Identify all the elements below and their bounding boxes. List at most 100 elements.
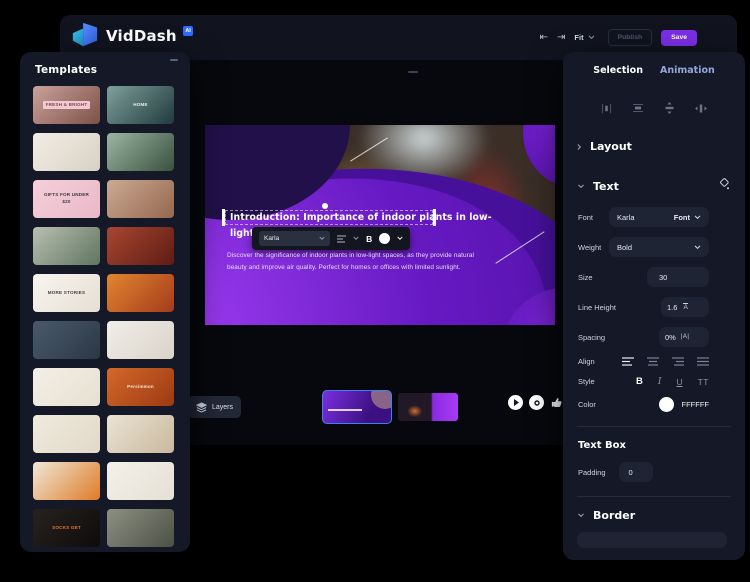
align-left-icon[interactable]: [622, 357, 634, 366]
template-thumbnail-home-interior[interactable]: HOME: [107, 86, 174, 124]
font-family-value: Karla: [264, 235, 279, 242]
align-horizontal-center-icon[interactable]: [601, 102, 612, 114]
tab-animation[interactable]: Animation: [660, 65, 715, 76]
align-center-icon[interactable]: [647, 357, 659, 366]
bold-style-button[interactable]: B: [636, 376, 643, 387]
template-thumbnail-photo-collage[interactable]: [33, 227, 100, 265]
align-row: Align: [563, 357, 745, 366]
selection-handle-left[interactable]: [222, 209, 225, 226]
size-input[interactable]: 30: [647, 267, 709, 287]
text-color-swatch[interactable]: [379, 233, 390, 244]
scrollbar-thumb[interactable]: [170, 59, 178, 61]
color-label: Color: [578, 400, 596, 409]
template-thumbnail-white-promo-card[interactable]: [33, 133, 100, 171]
line-height-row: Line Height 1.6 A: [563, 297, 745, 317]
alignment-tools: [563, 102, 745, 114]
template-thumbnail-natural-routine[interactable]: [107, 180, 174, 218]
font-family-select[interactable]: Karla: [259, 231, 330, 246]
slide-body-text[interactable]: Discover the significance of indoor plan…: [227, 250, 487, 275]
font-select[interactable]: Karla Font: [609, 207, 709, 227]
slide-thumbnail[interactable]: [398, 393, 458, 421]
chevron-down-icon: [694, 215, 701, 220]
zoom-fit-dropdown[interactable]: Fit: [574, 33, 594, 42]
chevron-down-icon: [588, 35, 595, 40]
distribute-vertical-icon[interactable]: [664, 102, 675, 114]
logo[interactable]: VidDash AI: [70, 21, 193, 54]
line-height-label: Line Height: [578, 303, 616, 312]
line-height-icon: A: [683, 303, 687, 312]
template-thumbnail-label: HOME: [130, 101, 151, 110]
thumbs-up-icon[interactable]: [550, 396, 563, 409]
tab-selection[interactable]: Selection: [593, 65, 643, 76]
templates-title: Templates: [35, 64, 97, 76]
align-right-icon[interactable]: [672, 357, 684, 366]
line-height-input[interactable]: 1.6 A: [661, 297, 709, 317]
slide-title-line1[interactable]: Introduction: Importance of indoor plant…: [225, 210, 433, 225]
distribute-horizontal-icon[interactable]: [695, 102, 707, 114]
color-swatch[interactable]: [659, 397, 674, 412]
resize-handle[interactable]: [408, 71, 418, 73]
redo-icon[interactable]: ⇥: [557, 32, 565, 43]
template-thumbnail-orange-three[interactable]: [33, 462, 100, 500]
border-section-header[interactable]: Border: [563, 509, 745, 522]
text-align-icon[interactable]: [337, 235, 346, 243]
video-preview[interactable]: Introduction: Importance of indoor plant…: [205, 125, 555, 325]
template-thumbnail-persimmon[interactable]: Persimmon: [107, 368, 174, 406]
template-thumbnail-chef-card[interactable]: [107, 321, 174, 359]
viddash-logo-icon: [70, 21, 100, 54]
template-thumbnail-red-lips-portrait[interactable]: [107, 227, 174, 265]
template-thumbnail-more-stories[interactable]: MORE STORIES: [33, 274, 100, 312]
preview-button[interactable]: [529, 395, 544, 410]
template-thumbnail-citrus-fruits[interactable]: [107, 274, 174, 312]
chevron-down-icon[interactable]: [397, 236, 403, 241]
save-button[interactable]: Save: [661, 30, 697, 46]
rotation-handle[interactable]: [322, 203, 328, 209]
style-row: Style B I U TT: [563, 376, 745, 387]
padding-input[interactable]: 0: [619, 462, 653, 482]
text-section-header[interactable]: Text: [563, 177, 745, 195]
template-thumbnail-script-card[interactable]: [33, 368, 100, 406]
align-justify-icon[interactable]: [697, 357, 709, 366]
weight-label: Weight: [578, 243, 601, 252]
italic-style-button[interactable]: I: [658, 377, 662, 387]
template-thumbnail-recipe-list[interactable]: [33, 415, 100, 453]
border-input-clipped[interactable]: [577, 532, 727, 548]
font-button-label: Font: [674, 213, 690, 222]
template-thumbnail-quote-slate[interactable]: [33, 321, 100, 359]
chevron-down-icon[interactable]: [353, 236, 359, 241]
weight-select[interactable]: Bold: [609, 237, 709, 257]
spacing-input[interactable]: 0% |A|: [659, 327, 709, 347]
templates-grid: FRESH & BRIGHT HOME GIFTS FOR UNDER $20 MOR…: [20, 84, 190, 547]
slide-thumbnail-selected[interactable]: [322, 390, 392, 424]
body-line2: beauty and improve air quality. Perfect …: [227, 262, 487, 274]
uppercase-style-button[interactable]: TT: [698, 377, 709, 387]
layout-section-header[interactable]: Layout: [563, 140, 745, 153]
align-vertical-center-icon[interactable]: [632, 102, 644, 114]
chevron-down-icon: [577, 184, 585, 189]
template-thumbnail-soup-bowl[interactable]: [107, 415, 174, 453]
template-thumbnail-steps-list[interactable]: [107, 462, 174, 500]
divider: [577, 496, 731, 497]
templates-header: Templates: [20, 52, 190, 84]
template-thumbnail-socks-dark[interactable]: SOCKS GET: [33, 509, 100, 547]
style-label: Style: [578, 377, 595, 386]
layers-icon: [196, 402, 207, 413]
undo-icon[interactable]: ⇤: [540, 32, 548, 43]
template-thumbnail-green-product[interactable]: [107, 133, 174, 171]
underline-style-button[interactable]: U: [676, 377, 682, 387]
eyedropper-icon[interactable]: [718, 177, 730, 195]
play-button[interactable]: [508, 395, 523, 410]
template-thumbnail-gifts-under-20[interactable]: GIFTS FOR UNDER $20: [33, 180, 100, 218]
template-thumbnail-label: GIFTS FOR UNDER $20: [38, 191, 96, 207]
selection-handle-right[interactable]: [433, 209, 436, 226]
publish-button[interactable]: Publish: [608, 29, 653, 46]
textbox-title: Text Box: [578, 440, 626, 451]
bold-button[interactable]: B: [366, 234, 372, 244]
spacing-value: 0%: [665, 333, 676, 342]
layers-button[interactable]: Layers: [188, 396, 241, 418]
text-title: Text: [593, 180, 619, 193]
template-thumbnail-fresh-and-bright[interactable]: FRESH & BRIGHT: [33, 86, 100, 124]
color-hex-value: FFFFFF: [682, 400, 710, 409]
textbox-section-header: Text Box: [563, 435, 745, 453]
template-thumbnail-houses[interactable]: [107, 509, 174, 547]
